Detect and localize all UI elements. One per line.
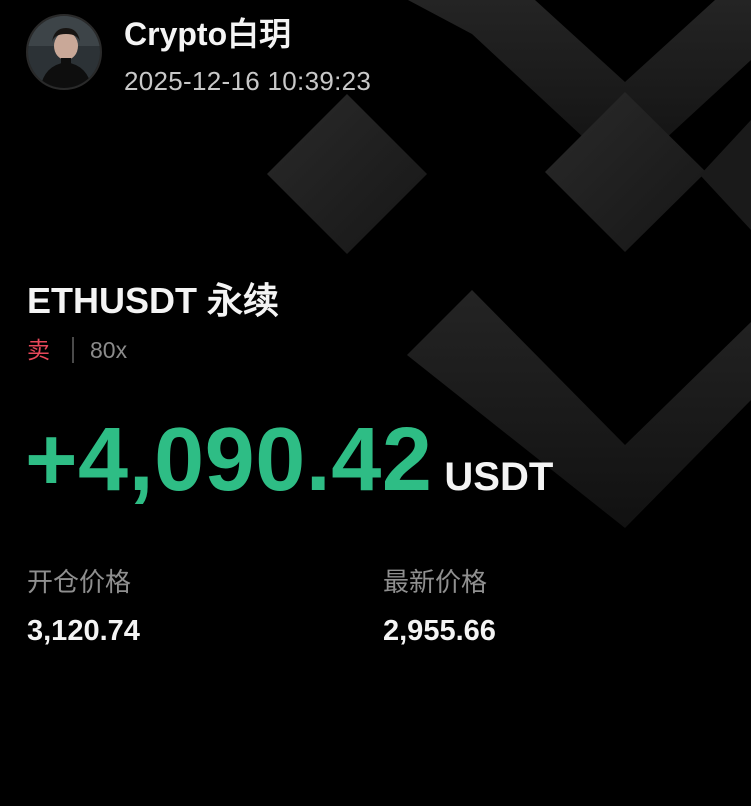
- pnl-unit: USDT: [444, 455, 554, 499]
- last-price-field: 最新价格 2,955.66: [383, 565, 496, 649]
- trading-pair: ETHUSDT: [27, 280, 197, 321]
- timestamp: 2025-12-16 10:39:23: [124, 66, 372, 96]
- pnl-row: +4,090.42 USDT: [25, 410, 553, 510]
- contract-type: 永续: [207, 280, 280, 321]
- pnl-value: +4,090.42: [25, 410, 433, 510]
- leverage: 80x: [90, 337, 128, 363]
- avatar[interactable]: [26, 14, 102, 90]
- username: Crypto白玥: [124, 16, 292, 52]
- entry-price-field: 开仓价格 3,120.74: [27, 565, 140, 649]
- pair-row: ETHUSDT 永续: [27, 278, 279, 332]
- divider: [72, 336, 74, 363]
- last-price-label: 最新价格: [383, 567, 488, 597]
- position-side-badge: 卖: [27, 337, 50, 363]
- entry-price-label: 开仓价格: [27, 567, 132, 597]
- side-row: 卖 80x: [27, 334, 127, 366]
- binance-logo-icon: [267, 0, 751, 528]
- pnl-share-card: Crypto白玥 2025-12-16 10:39:23 ETHUSDT 永续 卖…: [0, 0, 751, 806]
- last-price-value: 2,955.66: [383, 615, 496, 647]
- entry-price-value: 3,120.74: [27, 615, 140, 647]
